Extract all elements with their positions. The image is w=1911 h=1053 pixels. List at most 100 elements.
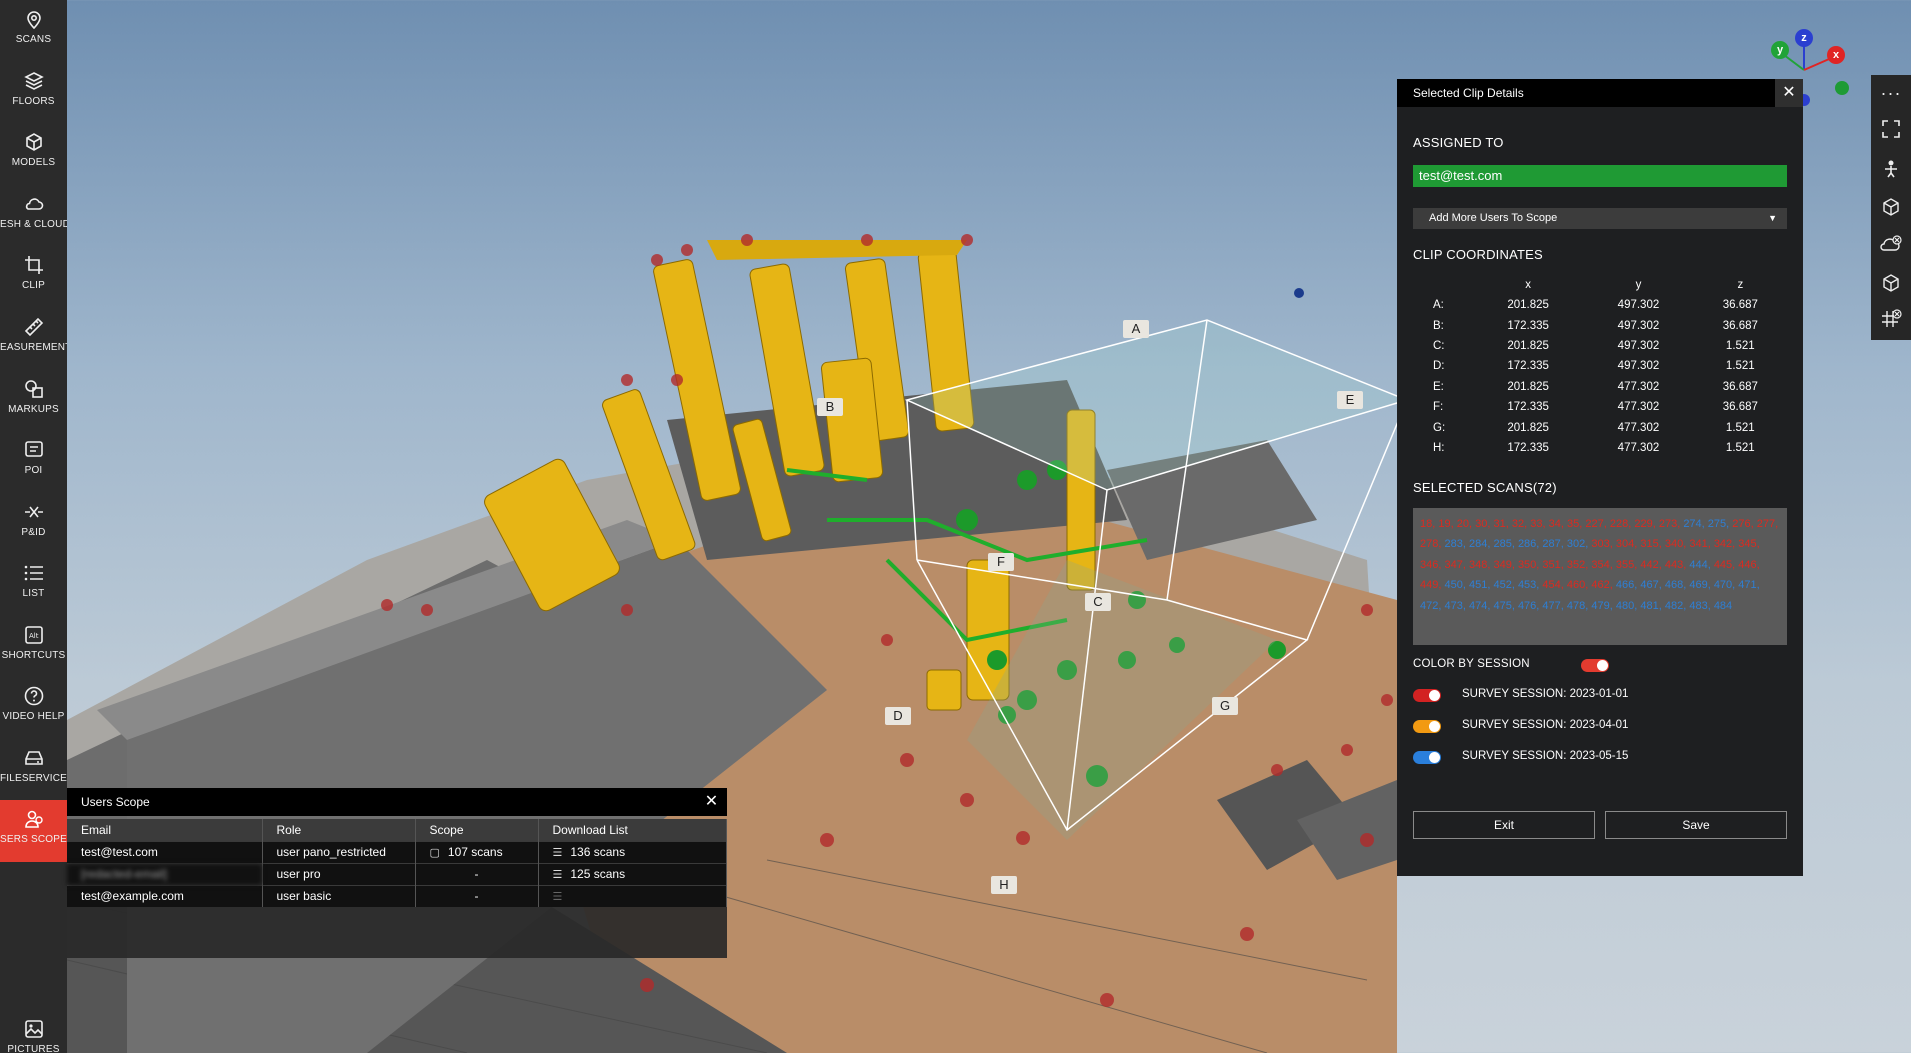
sidebar-item-floors[interactable]: FLOORS [0,62,67,120]
scan-id[interactable]: 342 [1714,538,1732,550]
scan-id[interactable]: 454 [1542,579,1560,591]
scan-id[interactable]: 348 [1469,559,1487,571]
sidebar-item-models[interactable]: MODELS [0,123,67,181]
more-options-button[interactable]: ··· [1871,75,1911,111]
user-scope-cell[interactable]: - [415,884,539,907]
scan-id[interactable]: 442 [1640,559,1658,571]
model-button[interactable] [1871,265,1911,301]
scan-id[interactable]: 473 [1444,600,1462,612]
scan-id[interactable]: 351 [1542,559,1560,571]
sidebar-item-p-id[interactable]: P&ID [0,493,67,551]
scan-id[interactable]: 341 [1689,538,1707,550]
sidebar-item-esh-cloud[interactable]: ESH & CLOUD [0,185,67,243]
scan-id[interactable]: 287 [1542,538,1560,550]
scan-id[interactable]: 453 [1518,579,1536,591]
scan-id[interactable]: 352 [1567,559,1585,571]
box-view-button[interactable] [1871,189,1911,225]
scan-id[interactable]: 32 [1512,518,1524,530]
scan-id[interactable]: 467 [1640,579,1658,591]
scan-id[interactable]: 462 [1591,579,1609,591]
exit-button[interactable]: Exit [1413,811,1595,839]
x-axis-handle[interactable]: x [1827,46,1845,64]
grid-toggle-button[interactable] [1871,301,1911,337]
table-row[interactable]: test@example.com user basic - ☰ [67,884,727,907]
scan-id[interactable]: 449 [1420,579,1438,591]
scan-id[interactable]: 35 [1567,518,1579,530]
scan-id[interactable]: 20 [1457,518,1469,530]
session-toggle[interactable] [1413,751,1441,764]
clip-corner-label-d[interactable]: D [885,707,911,725]
scan-id[interactable]: 34 [1549,518,1561,530]
sidebar-item-poi[interactable]: POI [0,431,67,489]
clip-corner-label-a[interactable]: A [1123,320,1149,338]
scan-id[interactable]: 274 [1683,518,1701,530]
scan-id[interactable]: 484 [1714,600,1732,612]
color-by-session-toggle[interactable] [1581,659,1609,672]
column-header-role[interactable]: Role [262,819,416,841]
scan-id[interactable]: 445 [1714,559,1732,571]
scan-id[interactable]: 285 [1493,538,1511,550]
clip-corner-label-h[interactable]: H [991,876,1017,894]
scan-id[interactable]: 476 [1518,600,1536,612]
assigned-user-chip[interactable]: test@test.com [1413,165,1787,187]
scan-id[interactable]: 31 [1494,518,1506,530]
scan-id[interactable]: 303 [1591,538,1609,550]
scan-id[interactable]: 355 [1616,559,1634,571]
session-toggle[interactable] [1413,720,1441,733]
sidebar-item-fileservice[interactable]: FILESERVICE [0,739,67,797]
scan-id[interactable]: 468 [1665,579,1683,591]
scan-id[interactable]: 452 [1493,579,1511,591]
scan-id[interactable]: 276 [1732,518,1750,530]
scan-id[interactable]: 446 [1738,559,1756,571]
scan-id[interactable]: 470 [1714,579,1732,591]
save-button[interactable]: Save [1605,811,1787,839]
scan-id[interactable]: 477 [1542,600,1560,612]
scan-id[interactable]: 277 [1757,518,1775,530]
sidebar-item-markups[interactable]: MARKUPS [0,370,67,428]
hide-cloud-button[interactable] [1871,227,1911,263]
clip-corner-label-b[interactable]: B [817,398,843,416]
scan-id[interactable]: 443 [1665,559,1683,571]
scan-id[interactable]: 315 [1640,538,1658,550]
session-toggle[interactable] [1413,689,1441,702]
scan-id[interactable]: 474 [1469,600,1487,612]
sidebar-item-sers-scope[interactable]: SERS SCOPE [0,800,67,862]
sidebar-item-easurements[interactable]: EASUREMENTS [0,308,67,366]
scan-id[interactable]: 479 [1591,600,1609,612]
user-download-list-cell[interactable]: ☰ 125 scans [538,862,727,885]
sidebar-item-scans[interactable]: SCANS [0,0,67,58]
scan-id[interactable]: 450 [1444,579,1462,591]
table-row[interactable]: test@test.com user pano_restricted ▢ 107 sc… [67,840,727,863]
person-view-button[interactable] [1871,151,1911,187]
column-header-download-list[interactable]: Download List [538,819,727,841]
scan-id[interactable]: 19 [1438,518,1450,530]
scan-id[interactable]: 482 [1665,600,1683,612]
scan-id[interactable]: 460 [1567,579,1585,591]
scan-id[interactable]: 354 [1591,559,1609,571]
scan-id[interactable]: 284 [1469,538,1487,550]
sidebar-item-shortcuts[interactable]: Alt SHORTCUTS [0,616,67,674]
scan-id[interactable]: 349 [1493,559,1511,571]
scan-id[interactable]: 340 [1665,538,1683,550]
scan-id[interactable]: 227 [1585,518,1603,530]
sidebar-item-video-help[interactable]: VIDEO HELP [0,677,67,735]
scan-id[interactable]: 345 [1738,538,1756,550]
scan-id[interactable]: 18 [1420,518,1432,530]
y-axis-handle[interactable]: y [1771,41,1789,59]
scan-id[interactable]: 273 [1659,518,1677,530]
scan-id[interactable]: 469 [1689,579,1707,591]
scan-id[interactable]: 346 [1420,559,1438,571]
scan-id[interactable]: 478 [1567,600,1585,612]
user-download-list-cell[interactable]: ☰ [538,884,727,907]
table-row[interactable]: [redacted-email] user pro - ☰ 125 scans [67,862,727,885]
scan-id[interactable]: 475 [1493,600,1511,612]
scan-id[interactable]: 350 [1518,559,1536,571]
sidebar-item-list[interactable]: LIST [0,554,67,612]
column-header-scope[interactable]: Scope [415,819,539,841]
column-header-email[interactable]: Email [67,819,263,841]
scan-id[interactable]: 472 [1420,600,1438,612]
scan-id[interactable]: 471 [1738,579,1756,591]
z-axis-handle[interactable]: z [1795,29,1813,47]
scan-id[interactable]: 483 [1689,600,1707,612]
scan-id[interactable]: 444 [1689,559,1707,571]
